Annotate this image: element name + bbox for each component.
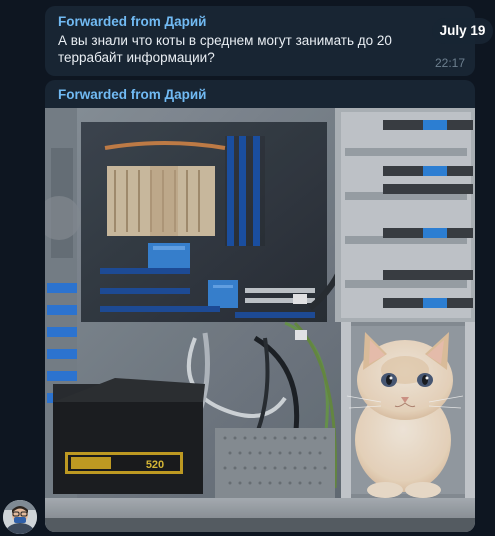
forwarded-from-link[interactable]: Forwarded from Дарий	[58, 14, 463, 30]
forwarded-from-link[interactable]: Forwarded from Дарий	[58, 87, 206, 103]
sender-avatar[interactable]	[3, 500, 37, 534]
message-time: 22:17	[434, 56, 465, 70]
message-text: А вы знали что коты в среднем могут зани…	[58, 33, 392, 65]
chat-history: Forwarded from Дарий А вы знали что коты…	[0, 0, 495, 536]
photo-cat-in-pc-case[interactable]: 520	[45, 108, 475, 532]
date-pill: July 19	[432, 18, 493, 44]
message-bubble-text[interactable]: Forwarded from Дарий А вы знали что коты…	[45, 6, 475, 76]
message-bubble-photo[interactable]: Forwarded from Дарий 520	[45, 80, 475, 532]
